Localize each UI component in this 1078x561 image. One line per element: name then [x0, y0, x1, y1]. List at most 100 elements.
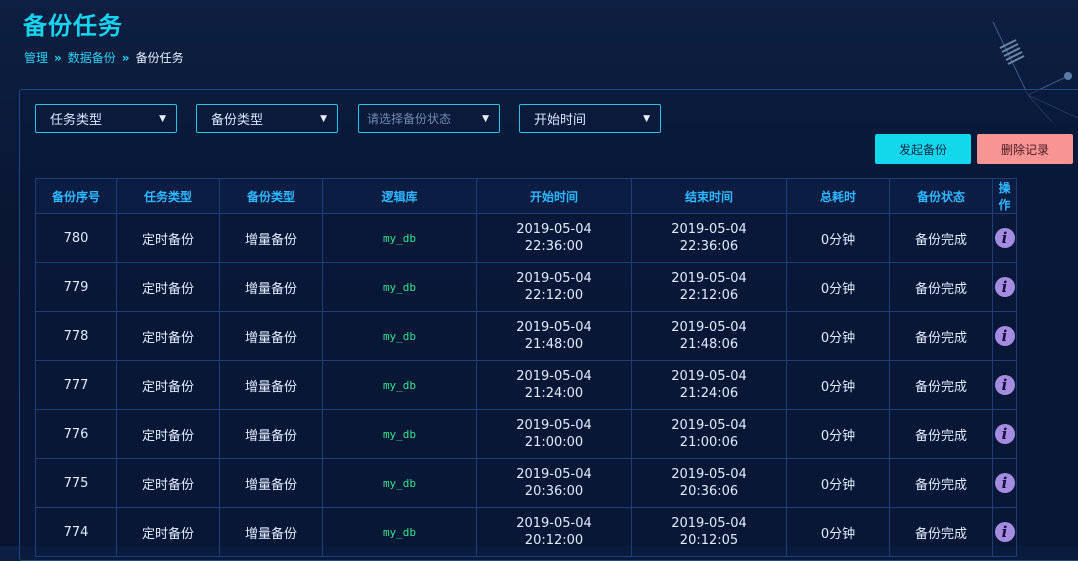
cell-end-time: 2019-05-04 21:24:06 [631, 360, 787, 410]
cell-end-time: 2019-05-04 21:48:06 [631, 311, 787, 361]
cell-logic-db: my_db [322, 213, 477, 263]
start-clock: 22:36:00 [524, 239, 584, 254]
table-row[interactable]: 779 定时备份 增量备份 my_db 2019-05-04 22:12:00 2… [35, 262, 1017, 312]
cell-status: 备份完成 [889, 409, 993, 459]
cell-start-time: 2019-05-04 20:36:00 [476, 458, 632, 508]
cell-duration: 0分钟 [786, 507, 890, 557]
column-header-id[interactable]: 备份序号 [35, 178, 117, 214]
info-icon[interactable]: i [994, 326, 1015, 346]
cell-task-type: 定时备份 [116, 262, 220, 312]
breadcrumb-link-data-backup[interactable]: 数据备份 [68, 49, 116, 66]
start-backup-button[interactable]: 发起备份 [875, 134, 971, 164]
column-header-status[interactable]: 备份状态 [889, 178, 993, 214]
cell-logic-db: my_db [322, 360, 477, 410]
column-header-backup-type[interactable]: 备份类型 [219, 178, 323, 214]
cell-actions: i [992, 262, 1017, 312]
cell-task-type: 定时备份 [116, 458, 220, 508]
cell-id: 774 [35, 507, 117, 557]
end-clock: 22:36:06 [679, 239, 739, 254]
info-icon[interactable]: i [994, 473, 1015, 493]
table-row[interactable]: 776 定时备份 增量备份 my_db 2019-05-04 21:00:00 2… [35, 409, 1017, 459]
caret-down-icon: ▼ [643, 113, 650, 124]
info-icon[interactable]: i [994, 375, 1015, 395]
caret-down-icon: ▼ [482, 113, 489, 124]
cell-backup-type: 增量备份 [219, 311, 323, 361]
start-clock: 22:12:00 [524, 288, 584, 303]
info-icon[interactable]: i [994, 424, 1015, 444]
end-clock: 20:12:05 [679, 533, 739, 548]
cell-start-time: 2019-05-04 21:00:00 [476, 409, 632, 459]
end-date: 2019-05-04 [671, 467, 747, 482]
cell-start-time: 2019-05-04 22:12:00 [476, 262, 632, 312]
cell-backup-type: 增量备份 [219, 262, 323, 312]
cell-status: 备份完成 [889, 311, 993, 361]
column-header-duration[interactable]: 总耗时 [786, 178, 890, 214]
cell-end-time: 2019-05-04 22:36:06 [631, 213, 787, 263]
breadcrumb-separator-icon: » [54, 50, 62, 65]
cell-backup-type: 增量备份 [219, 507, 323, 557]
cell-actions: i [992, 360, 1017, 410]
info-icon[interactable]: i [994, 522, 1015, 542]
breadcrumb-link-manage[interactable]: 管理 [24, 49, 48, 66]
column-header-logic-db[interactable]: 逻辑库 [322, 178, 477, 214]
cell-backup-type: 增量备份 [219, 360, 323, 410]
table-row[interactable]: 775 定时备份 增量备份 my_db 2019-05-04 20:36:00 2… [35, 458, 1017, 508]
column-header-end-time[interactable]: 结束时间 [631, 178, 787, 214]
cell-duration: 0分钟 [786, 360, 890, 410]
cell-actions: i [992, 311, 1017, 361]
cell-logic-db: my_db [322, 262, 477, 312]
column-header-start-time[interactable]: 开始时间 [476, 178, 632, 214]
backup-task-table: 备份序号 任务类型 备份类型 逻辑库 开始时间 结束时间 总耗时 备份状态 操作… [35, 178, 1017, 557]
task-type-select[interactable]: 任务类型 ▼ [35, 104, 177, 133]
end-clock: 22:12:06 [679, 288, 739, 303]
caret-down-icon: ▼ [159, 113, 166, 124]
end-clock: 21:24:06 [679, 386, 739, 401]
cell-task-type: 定时备份 [116, 360, 220, 410]
start-date: 2019-05-04 [516, 418, 592, 433]
end-clock: 21:00:06 [679, 435, 739, 450]
cell-actions: i [992, 507, 1017, 557]
cell-actions: i [992, 409, 1017, 459]
cell-id: 775 [35, 458, 117, 508]
backup-type-select[interactable]: 备份类型 ▼ [196, 104, 338, 133]
backup-status-select[interactable]: 请选择备份状态 ▼ [358, 104, 500, 133]
cell-start-time: 2019-05-04 21:48:00 [476, 311, 632, 361]
start-time-select[interactable]: 开始时间 ▼ [519, 104, 661, 133]
cell-end-time: 2019-05-04 22:12:06 [631, 262, 787, 312]
cell-start-time: 2019-05-04 21:24:00 [476, 360, 632, 410]
info-icon[interactable]: i [994, 277, 1015, 297]
table-row[interactable]: 774 定时备份 增量备份 my_db 2019-05-04 20:12:00 2… [35, 507, 1017, 557]
breadcrumb: 管理 » 数据备份 » 备份任务 [24, 49, 184, 66]
table-row[interactable]: 777 定时备份 增量备份 my_db 2019-05-04 21:24:00 2… [35, 360, 1017, 410]
table-row[interactable]: 778 定时备份 增量备份 my_db 2019-05-04 21:48:00 2… [35, 311, 1017, 361]
cell-logic-db: my_db [322, 458, 477, 508]
cell-end-time: 2019-05-04 20:36:06 [631, 458, 787, 508]
cell-status: 备份完成 [889, 213, 993, 263]
column-header-task-type[interactable]: 任务类型 [116, 178, 220, 214]
start-date: 2019-05-04 [516, 467, 592, 482]
cell-duration: 0分钟 [786, 262, 890, 312]
cell-logic-db: my_db [322, 311, 477, 361]
delete-records-button[interactable]: 删除记录 [977, 134, 1073, 164]
cell-status: 备份完成 [889, 507, 993, 557]
start-clock: 21:24:00 [524, 386, 584, 401]
cell-task-type: 定时备份 [116, 213, 220, 263]
start-clock: 21:00:00 [524, 435, 584, 450]
cell-status: 备份完成 [889, 458, 993, 508]
breadcrumb-current: 备份任务 [135, 51, 184, 65]
cell-backup-type: 增量备份 [219, 409, 323, 459]
table-header-row: 备份序号 任务类型 备份类型 逻辑库 开始时间 结束时间 总耗时 备份状态 操作 [35, 178, 1017, 214]
cell-id: 780 [35, 213, 117, 263]
cell-id: 778 [35, 311, 117, 361]
start-clock: 20:36:00 [524, 484, 584, 499]
end-date: 2019-05-04 [671, 222, 747, 237]
end-clock: 21:48:06 [679, 337, 739, 352]
table-row[interactable]: 780 定时备份 增量备份 my_db 2019-05-04 22:36:00 2… [35, 213, 1017, 263]
backup-type-select-value: 备份类型 [211, 113, 264, 128]
cell-duration: 0分钟 [786, 458, 890, 508]
end-date: 2019-05-04 [671, 320, 747, 335]
cell-end-time: 2019-05-04 20:12:05 [631, 507, 787, 557]
backup-status-select-placeholder: 请选择备份状态 [367, 112, 452, 126]
start-clock: 20:12:00 [524, 533, 584, 548]
info-icon[interactable]: i [994, 228, 1015, 248]
